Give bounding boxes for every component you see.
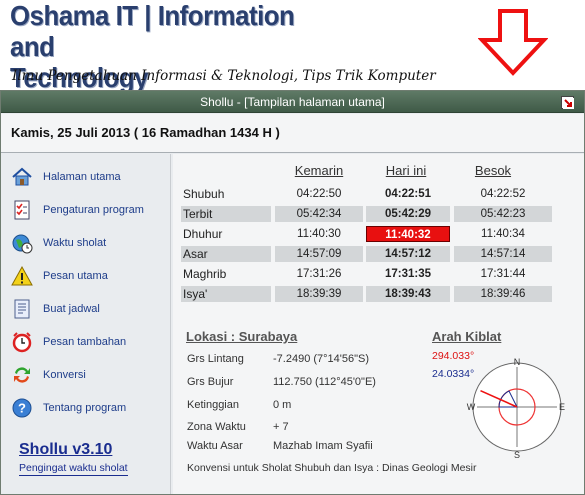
app-name: Shollu v3.10 — [19, 441, 113, 458]
sidebar-item-pesan-utama[interactable]: Pesan utama — [9, 263, 169, 291]
longitude-value: 112.750 (112°45'0"E) — [273, 376, 376, 388]
time-hari-ini: 18:39:43 — [384, 288, 432, 300]
blog-title-line1: Oshama IT | Information and — [10, 0, 295, 62]
blog-tagline: Ilmu Pengetahuan Informasi & Teknologi, … — [12, 68, 436, 84]
sidebar-item-tentang-program[interactable]: ? Tentang program — [9, 395, 169, 423]
altitude-label: Ketinggian — [187, 399, 239, 411]
globe-clock-icon — [12, 234, 33, 254]
time-kemarin: 17:31:26 — [296, 268, 342, 280]
alarm-clock-icon — [12, 332, 32, 353]
time-hari-ini-current: 11:40:32 — [366, 226, 450, 242]
prayer-name: Maghrib — [183, 267, 227, 281]
timezone-label: Zona Waktu — [187, 421, 246, 433]
location-heading: Lokasi : Surabaya — [186, 329, 298, 344]
sidebar-item-label: Pesan tambahan — [43, 336, 127, 348]
time-kemarin: 05:42:34 — [296, 208, 342, 220]
kiblat-compass: N E S W — [467, 357, 565, 459]
time-kemarin: 11:40:30 — [297, 228, 341, 240]
time-besok: 14:57:14 — [480, 248, 526, 260]
time-besok: 11:40:34 — [481, 228, 525, 240]
column-besok: Besok — [474, 163, 512, 178]
latitude-value: -7.2490 (7°14'56"S) — [273, 353, 370, 365]
altitude-value: 0 m — [273, 399, 292, 411]
sidebar: Halaman utama Pengaturan program Waktu s… — [1, 154, 171, 494]
sidebar-item-pengaturan-program[interactable]: Pengaturan program — [9, 197, 169, 225]
column-kemarin: Kemarin — [294, 163, 344, 178]
prayer-name: Terbit — [183, 207, 213, 221]
latitude-label: Grs Lintang — [187, 353, 244, 365]
sidebar-item-label: Tentang program — [43, 402, 127, 414]
time-hari-ini: 04:22:51 — [384, 188, 432, 200]
time-kemarin: 04:22:50 — [296, 188, 342, 200]
help-icon: ? — [12, 398, 32, 418]
sidebar-item-buat-jadwal[interactable]: Buat jadwal — [9, 296, 169, 324]
convert-icon — [14, 367, 30, 383]
sidebar-item-halaman-utama[interactable]: Halaman utama — [9, 164, 169, 192]
current-date: Kamis, 25 Juli 2013 ( 16 Ramadhan 1434 H… — [11, 125, 280, 140]
prayer-name: Isya' — [183, 287, 208, 301]
sidebar-item-konversi[interactable]: Konversi — [9, 362, 169, 390]
convention-note: Konvensi untuk Sholat Shubuh dan Isya : … — [187, 462, 477, 474]
compass-south: S — [514, 450, 520, 459]
svg-text:?: ? — [18, 401, 26, 416]
main-panel: Kemarin Hari ini Besok Shubuh Terbit Dhu… — [173, 154, 584, 494]
window-title: Shollu - [Tampilan halaman utama] — [200, 95, 385, 109]
compass-west: W — [467, 402, 476, 412]
sidebar-item-label: Konversi — [43, 369, 86, 381]
home-icon — [12, 167, 32, 186]
app-subtitle: Pengingat waktu sholat — [19, 462, 128, 476]
time-kemarin: 14:57:09 — [296, 248, 342, 260]
prayer-name: Shubuh — [183, 187, 225, 201]
compass-north: N — [514, 357, 521, 367]
date-bar: Kamis, 25 Juli 2013 ( 16 Ramadhan 1434 H… — [1, 114, 584, 153]
sidebar-item-waktu-sholat[interactable]: Waktu sholat — [9, 230, 169, 258]
timezone-value: + 7 — [273, 421, 289, 433]
sidebar-item-label: Pengaturan program — [43, 204, 144, 216]
arrow-down-icon — [478, 9, 548, 76]
minimize-tray-icon — [563, 98, 574, 109]
prayer-name: Dhuhur — [183, 227, 223, 241]
warning-icon — [11, 265, 33, 286]
sidebar-item-label: Pesan utama — [43, 270, 108, 282]
sidebar-item-label: Buat jadwal — [43, 303, 100, 315]
time-hari-ini: 17:31:35 — [384, 268, 432, 280]
window-titlebar[interactable]: Shollu - [Tampilan halaman utama] — [1, 91, 584, 113]
document-icon — [14, 299, 30, 319]
asar-method-label: Waktu Asar — [187, 440, 243, 452]
time-besok: 17:31:44 — [480, 268, 526, 280]
app-window: Shollu - [Tampilan halaman utama] Kamis,… — [0, 90, 585, 495]
time-kemarin: 18:39:39 — [296, 288, 342, 300]
kiblat-heading: Arah Kiblat — [432, 329, 502, 344]
prayer-name: Asar — [183, 247, 208, 261]
sidebar-item-label: Halaman utama — [43, 171, 121, 183]
compass-east: E — [559, 402, 565, 412]
column-hari-ini: Hari ini — [385, 163, 427, 178]
sidebar-item-pesan-tambahan[interactable]: Pesan tambahan — [9, 329, 169, 357]
longitude-label: Grs Bujur — [187, 376, 234, 388]
close-button[interactable] — [561, 96, 574, 109]
time-besok: 05:42:23 — [480, 208, 526, 220]
asar-method-value: Mazhab Imam Syafii — [273, 440, 373, 452]
time-besok: 04:22:52 — [480, 188, 526, 200]
time-hari-ini: 05:42:29 — [384, 208, 432, 220]
time-besok: 18:39:46 — [480, 288, 526, 300]
blog-header: Oshama IT | Information and Technology I… — [0, 0, 585, 93]
sidebar-item-label: Waktu sholat — [43, 237, 107, 249]
time-hari-ini: 14:57:12 — [384, 248, 432, 260]
checklist-icon — [14, 200, 30, 220]
